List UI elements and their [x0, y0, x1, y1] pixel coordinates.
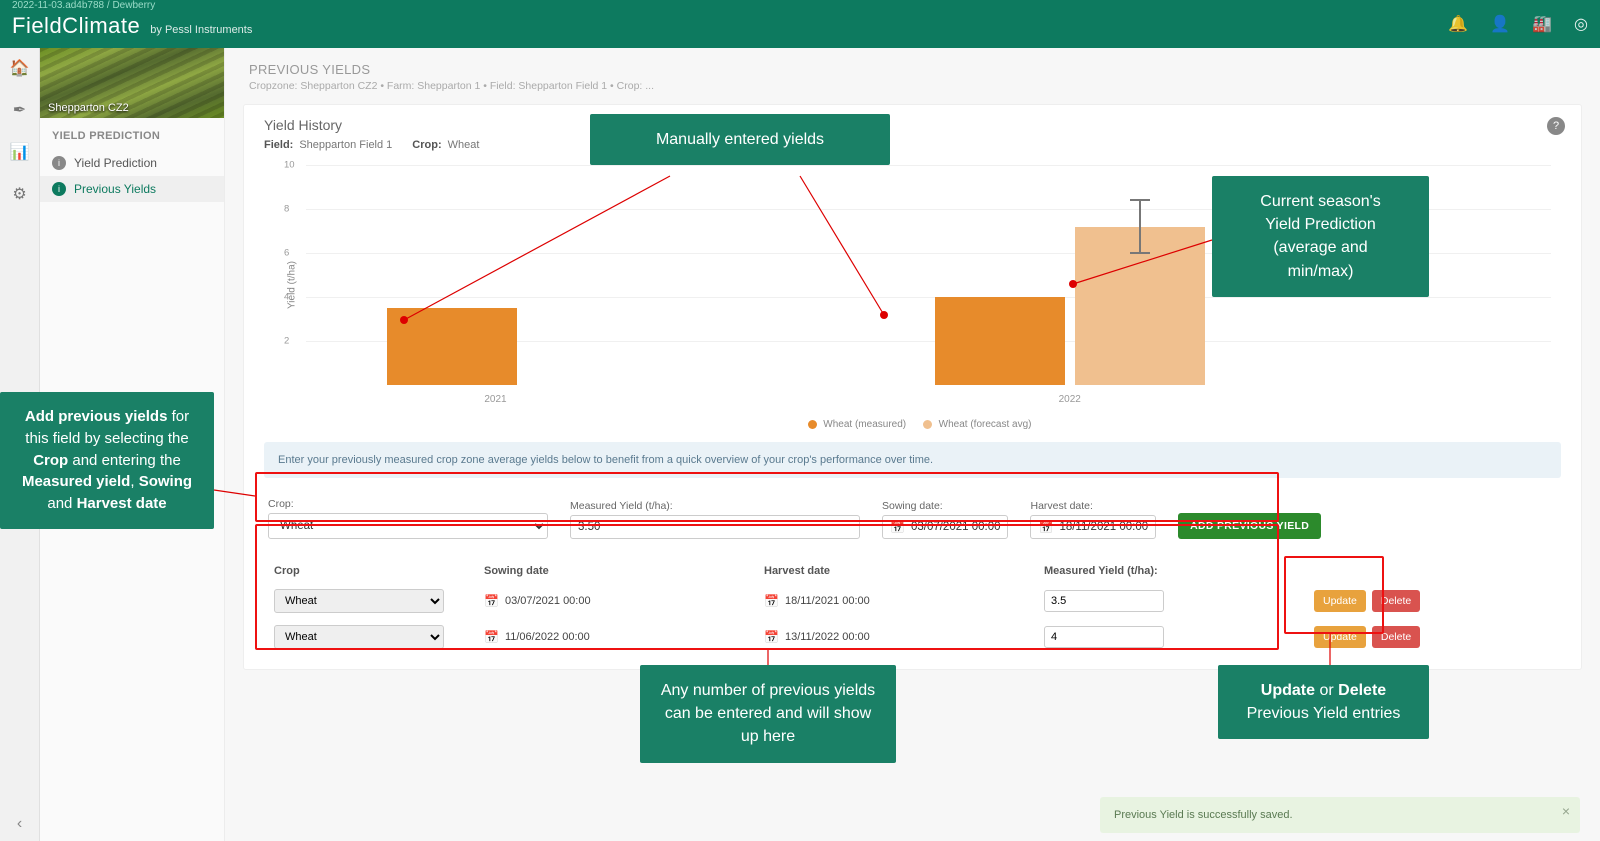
- breadcrumb-area: PREVIOUS YIELDS Cropzone: Shepparton CZ2…: [225, 48, 1600, 98]
- card-title: Yield History: [264, 117, 1561, 133]
- calendar-icon: 📅: [764, 594, 779, 608]
- field-thumb-label: Shepparton CZ2: [48, 102, 129, 114]
- col-harv: Harvest date: [764, 565, 1034, 577]
- col-yield: Measured Yield (t/ha):: [1044, 565, 1304, 577]
- callout-forecast: Current season's Yield Prediction (avera…: [1212, 176, 1429, 297]
- card-meta: Field: Shepparton Field 1 Crop: Wheat: [264, 139, 1561, 151]
- callout-add-previous: Add previous yields for this field by se…: [0, 392, 214, 529]
- calendar-icon: 📅: [890, 520, 905, 534]
- crop-label: Crop:: [412, 139, 441, 151]
- info-icon: i: [52, 156, 66, 170]
- page-title: PREVIOUS YIELDS: [249, 62, 1582, 77]
- calendar-icon: 📅: [1038, 520, 1053, 534]
- info-icon: i: [52, 182, 66, 196]
- callout-update-delete: Update or Delete Previous Yield entries: [1218, 665, 1429, 739]
- save-toast: Previous Yield is successfully saved. ×: [1100, 797, 1580, 833]
- sidebar-item-label: Yield Prediction: [74, 156, 157, 170]
- close-icon[interactable]: ×: [1562, 803, 1570, 819]
- add-previous-yield-button[interactable]: ADD PREVIOUS YIELD: [1178, 513, 1321, 539]
- form-yield-input[interactable]: [570, 515, 860, 539]
- calendar-icon: 📅: [764, 630, 779, 644]
- form-crop-select[interactable]: Wheat: [268, 513, 548, 539]
- crop-value: Wheat: [448, 139, 480, 151]
- yields-table: Crop Sowing date Harvest date Measured Y…: [264, 559, 1561, 655]
- col-crop: Crop: [274, 565, 474, 577]
- chart-legend: Wheat (measured) Wheat (forecast avg): [264, 419, 1561, 430]
- update-button[interactable]: Update: [1314, 590, 1366, 612]
- brand-subtitle: by Pessl Instruments: [150, 24, 252, 36]
- table-row: Wheat 📅11/06/2022 00:00 📅13/11/2022 00:00 U…: [264, 619, 1561, 655]
- form-harv-input[interactable]: 📅18/11/2021 00:00: [1030, 515, 1156, 539]
- sidebar-item-yield-prediction[interactable]: i Yield Prediction: [40, 150, 224, 176]
- user-icon[interactable]: 👤: [1490, 14, 1510, 34]
- row-yield-input[interactable]: [1044, 626, 1164, 648]
- build-tag: 2022-11-03.ad4b788 / Dewberry: [12, 0, 155, 11]
- sidebar-item-label: Previous Yields: [74, 182, 156, 196]
- row-sow-date[interactable]: 📅11/06/2022 00:00: [484, 630, 754, 644]
- sidebar-item-previous-yields[interactable]: i Previous Yields: [40, 176, 224, 202]
- row-harv-date[interactable]: 📅13/11/2022 00:00: [764, 630, 1034, 644]
- top-bar: 2022-11-03.ad4b788 / Dewberry FieldClima…: [0, 0, 1600, 48]
- row-sow-date[interactable]: 📅03/07/2021 00:00: [484, 594, 754, 608]
- delete-button[interactable]: Delete: [1372, 626, 1420, 648]
- info-strip: Enter your previously measured crop zone…: [264, 442, 1561, 478]
- field-thumbnail[interactable]: Shepparton CZ2: [40, 48, 224, 118]
- help-icon[interactable]: ?: [1547, 117, 1565, 135]
- col-sow: Sowing date: [484, 565, 754, 577]
- form-sow-input[interactable]: 📅03/07/2021 00:00: [882, 515, 1008, 539]
- gear-icon[interactable]: ⚙: [8, 182, 32, 206]
- table-header: Crop Sowing date Harvest date Measured Y…: [264, 559, 1561, 583]
- table-row: Wheat 📅03/07/2021 00:00 📅18/11/2021 00:00 U…: [264, 583, 1561, 619]
- toast-text: Previous Yield is successfully saved.: [1114, 809, 1293, 821]
- breadcrumb-path: Cropzone: Shepparton CZ2 • Farm: Sheppar…: [249, 80, 1582, 92]
- row-yield-input[interactable]: [1044, 590, 1164, 612]
- brand-main: FieldClimate: [12, 13, 140, 39]
- home-icon[interactable]: 🏠: [8, 56, 32, 80]
- legend-swatch-forecast: [923, 420, 932, 429]
- add-yield-form: Crop: Wheat Measured Yield (t/ha): Sowin…: [264, 492, 1561, 549]
- form-yield-label: Measured Yield (t/ha):: [570, 500, 860, 512]
- form-harv-label: Harvest date:: [1030, 500, 1156, 512]
- legend-label-measured: Wheat (measured): [823, 419, 906, 430]
- collapse-rail-icon[interactable]: ‹: [17, 815, 22, 833]
- field-value: Shepparton Field 1: [299, 139, 392, 151]
- calendar-icon: 📅: [484, 594, 499, 608]
- row-crop-select[interactable]: Wheat: [274, 625, 444, 649]
- legend-label-forecast: Wheat (forecast avg): [939, 419, 1032, 430]
- update-button[interactable]: Update: [1314, 626, 1366, 648]
- factory-icon[interactable]: 🏭: [1532, 14, 1552, 34]
- callout-any-number: Any number of previous yields can be ent…: [640, 665, 896, 763]
- chart-icon[interactable]: 📊: [8, 140, 32, 164]
- delete-button[interactable]: Delete: [1372, 590, 1420, 612]
- field-label: Field:: [264, 139, 293, 151]
- row-harv-date[interactable]: 📅18/11/2021 00:00: [764, 594, 1034, 608]
- bell-icon[interactable]: 🔔: [1448, 14, 1468, 34]
- callout-manual-yields: Manually entered yields: [590, 114, 890, 165]
- legend-swatch-measured: [808, 420, 817, 429]
- tool-icon[interactable]: ✒: [8, 98, 32, 122]
- brand-logo[interactable]: FieldClimate by Pessl Instruments: [12, 13, 252, 39]
- calendar-icon: 📅: [484, 630, 499, 644]
- topbar-actions: 🔔 👤 🏭 ◎: [1448, 14, 1588, 34]
- sidebar-section-title: YIELD PREDICTION: [40, 118, 224, 150]
- form-crop-label: Crop:: [268, 498, 548, 510]
- row-crop-select[interactable]: Wheat: [274, 589, 444, 613]
- form-sow-label: Sowing date:: [882, 500, 1008, 512]
- broadcast-icon[interactable]: ◎: [1574, 14, 1588, 34]
